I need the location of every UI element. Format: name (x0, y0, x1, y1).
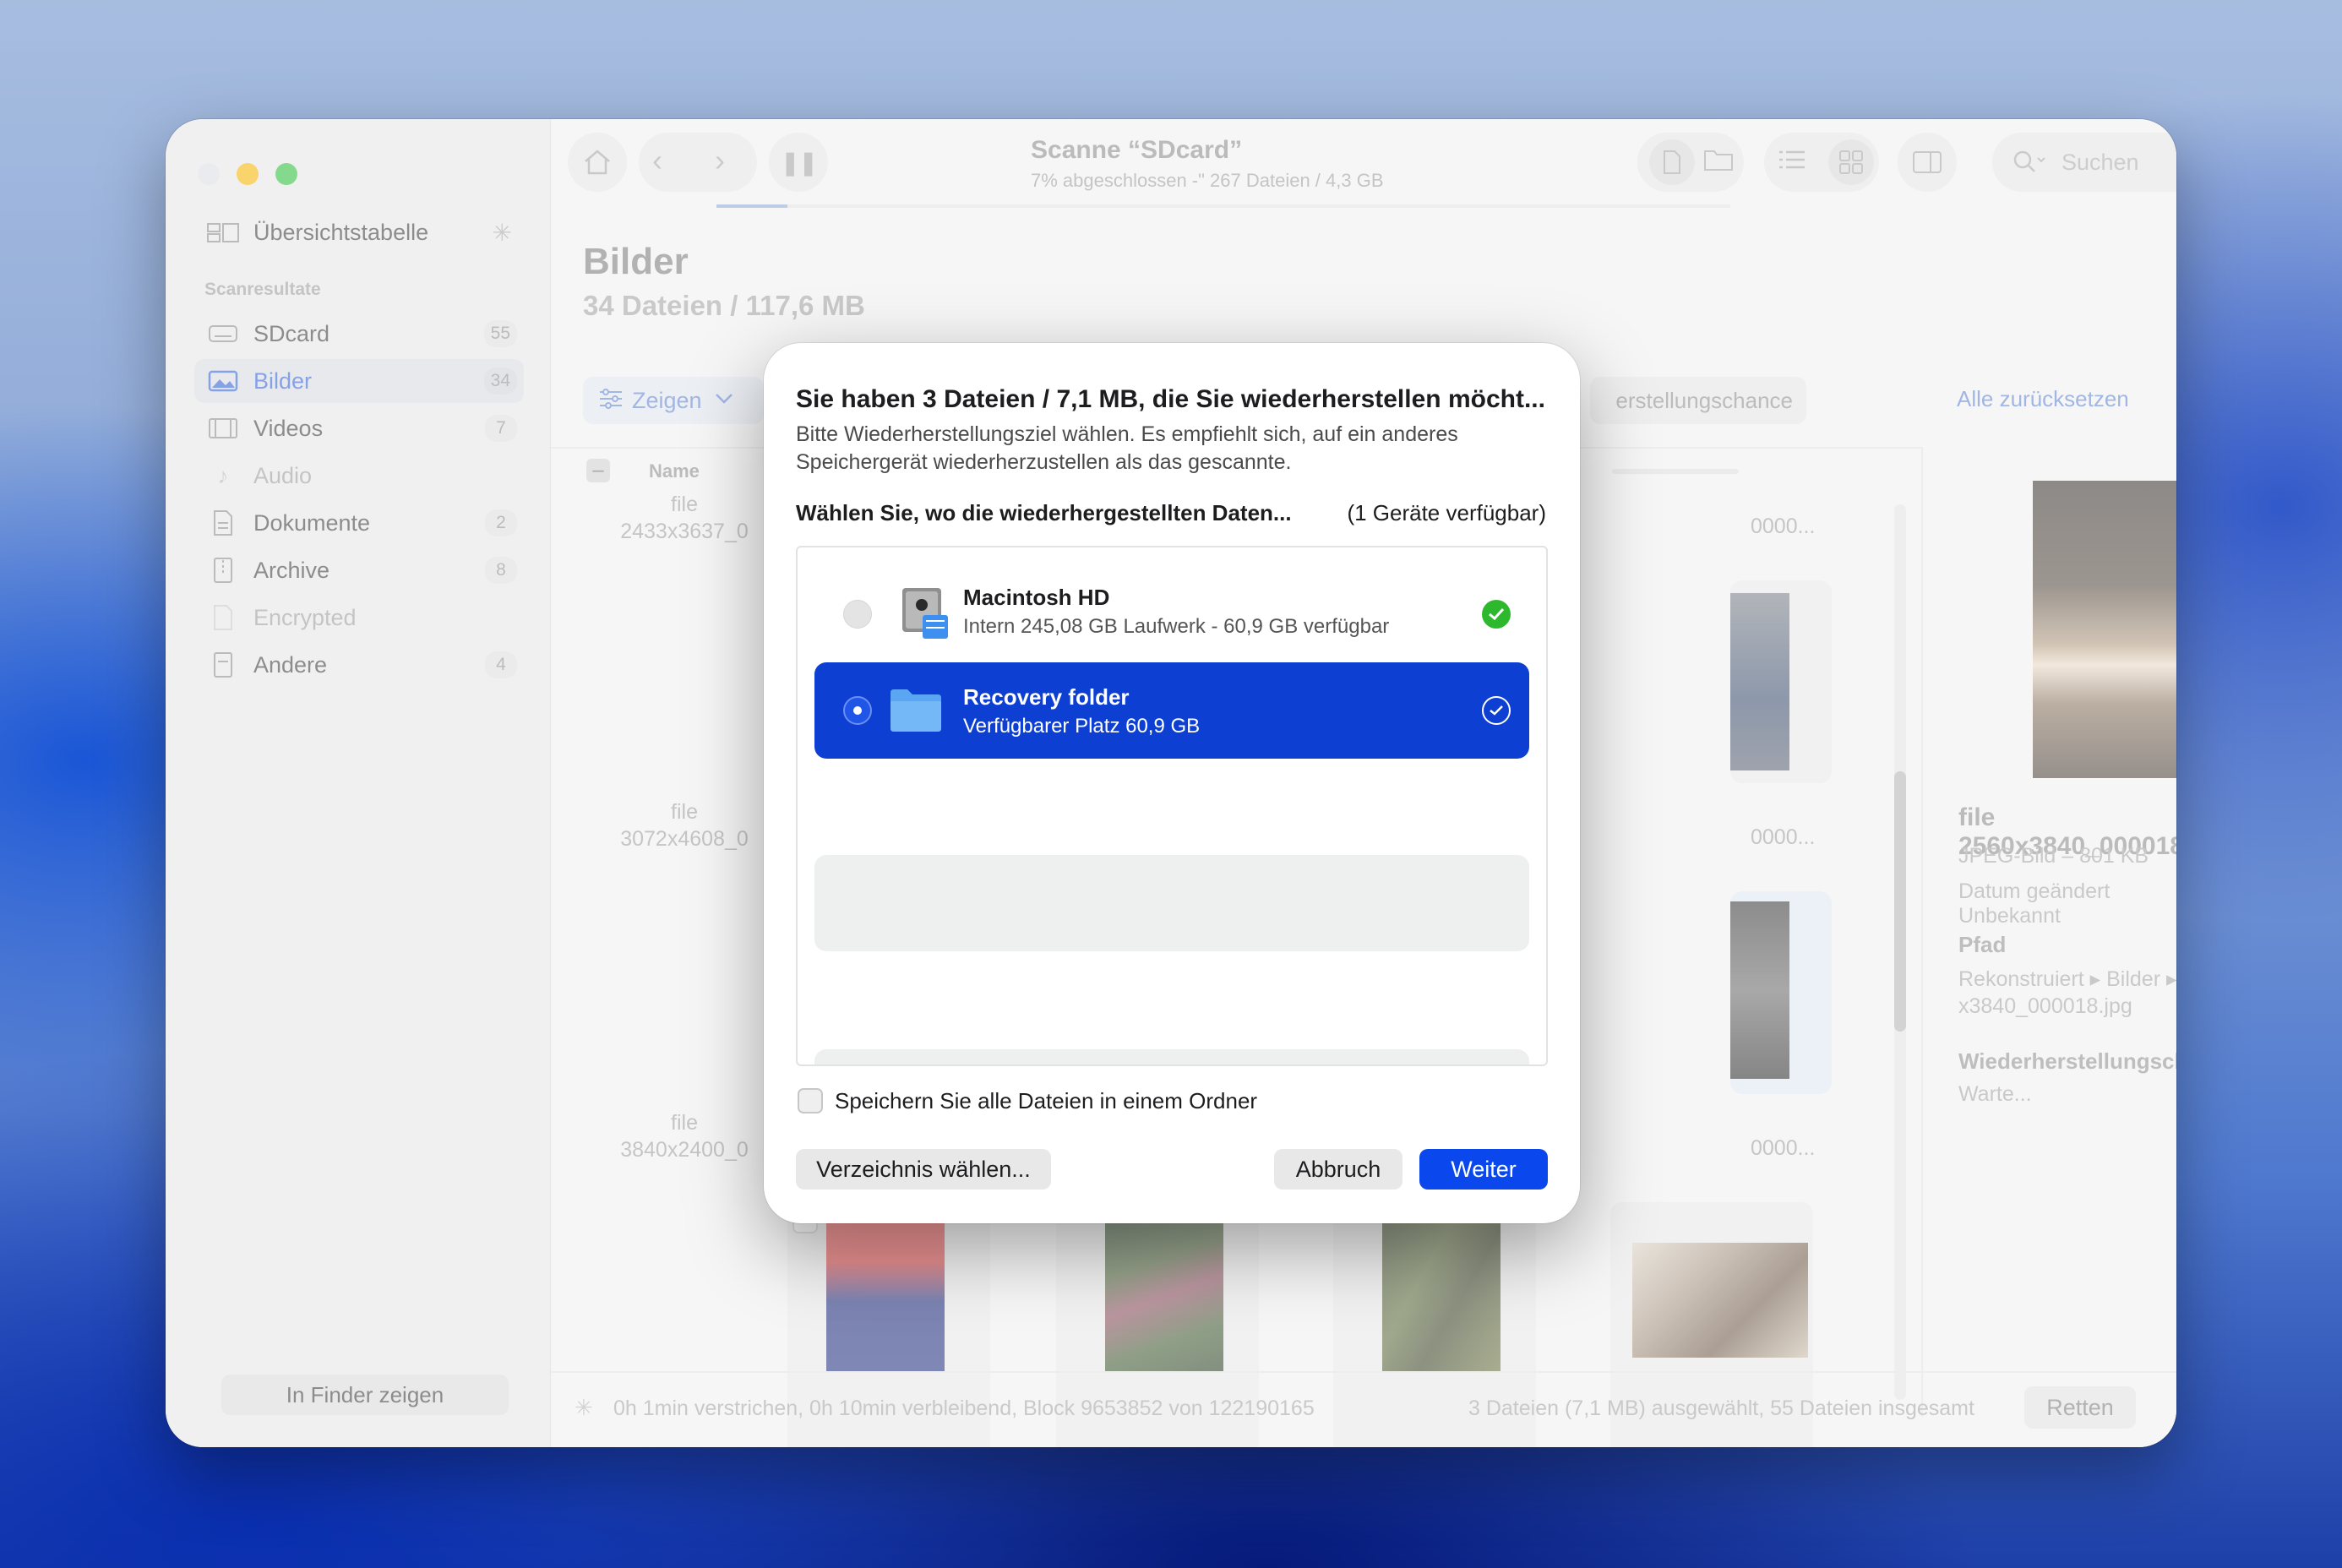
next-button[interactable]: Weiter (1419, 1149, 1548, 1190)
folder-icon (889, 686, 943, 738)
destination-name: Recovery folder (963, 684, 1130, 710)
destination-row-recovery-folder[interactable]: Recovery folder Verfügbarer Platz 60,9 G… (814, 662, 1529, 759)
destination-row-macintosh-hd[interactable]: Macintosh HD Intern 245,08 GB Laufwerk -… (814, 547, 1529, 644)
save-all-one-folder-label: Speichern Sie alle Dateien in einem Ordn… (835, 1088, 1258, 1113)
destination-info: Verfügbarer Platz 60,9 GB (963, 715, 1201, 738)
empty-destination-slot (814, 1049, 1529, 1064)
recovery-destination-dialog: Sie haben 3 Dateien / 7,1 MB, die Sie wi… (764, 343, 1580, 1223)
destination-radio[interactable] (843, 600, 872, 629)
destination-info: Intern 245,08 GB Laufwerk - 60,9 GB verf… (963, 615, 1390, 638)
checkmark-circle-icon (1482, 696, 1511, 725)
choose-directory-button[interactable]: Verzeichnis wählen... (796, 1149, 1051, 1190)
dialog-subtitle: Bitte Wiederherstellungsziel wählen. Es … (796, 422, 1458, 474)
empty-destination-slot (814, 855, 1529, 951)
hard-drive-icon (899, 586, 950, 640)
dialog-title: Sie haben 3 Dateien / 7,1 MB, die Sie wi… (796, 385, 1545, 413)
save-all-one-folder-checkbox[interactable] (798, 1088, 823, 1113)
checkmark-circle-icon (1482, 600, 1511, 629)
destination-radio[interactable] (843, 696, 872, 725)
devices-available-label: (1 Geräte verfügbar) (1347, 500, 1546, 525)
cancel-button[interactable]: Abbruch (1274, 1149, 1402, 1190)
choose-destination-label: Wählen Sie, wo die wiederhergestellten D… (796, 500, 1292, 525)
destination-list: Macintosh HD Intern 245,08 GB Laufwerk -… (796, 546, 1548, 1066)
destination-name: Macintosh HD (963, 585, 1110, 610)
